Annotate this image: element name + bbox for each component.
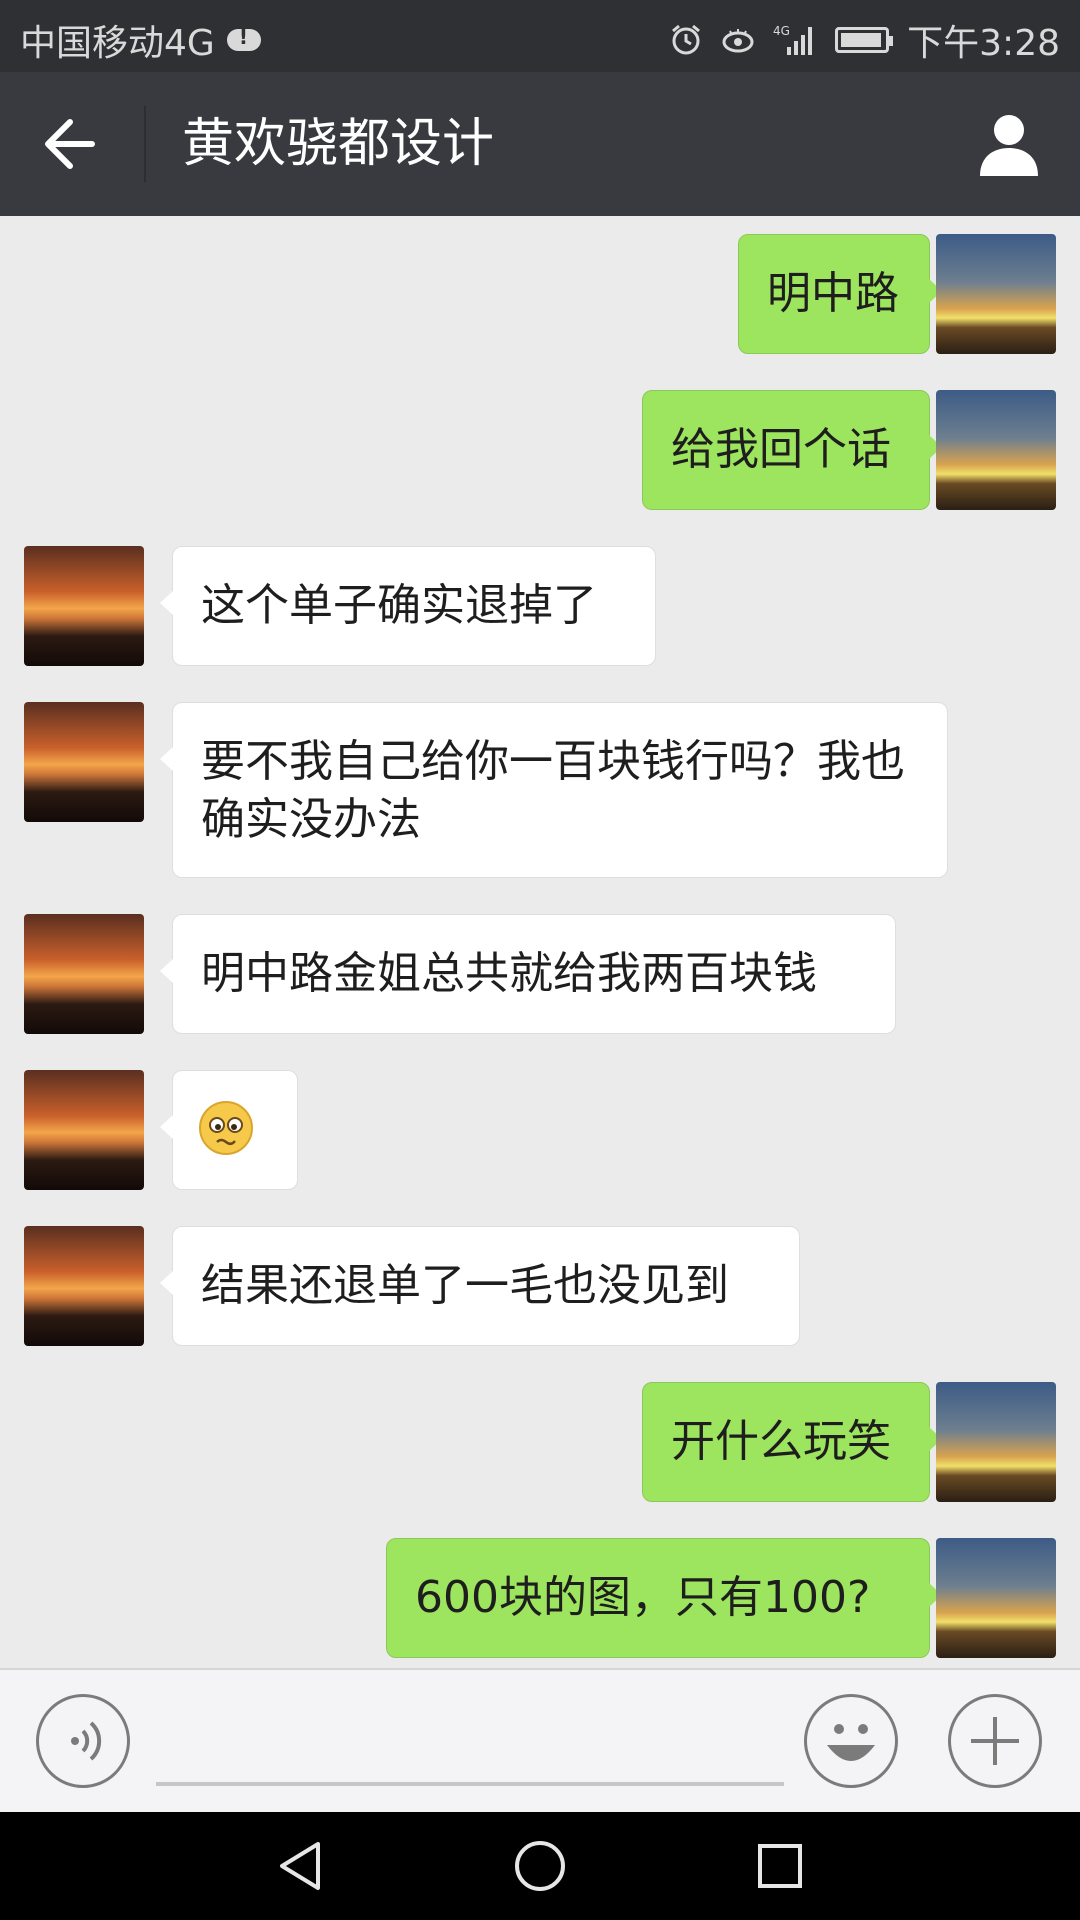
status-right: 4G 下午3:28 — [669, 14, 1060, 66]
message-list[interactable]: 明中路 给我回个话 这个单子确实退掉了 要不我自己给你一百块钱行吗？我也确实没办… — [0, 216, 1080, 1668]
person-icon[interactable] — [974, 110, 1044, 180]
voice-button[interactable] — [36, 1694, 130, 1788]
message-text: 给我回个话 — [671, 424, 891, 475]
network-type-label: 4G — [773, 24, 790, 38]
message-bubble-theirs[interactable]: 这个单子确实退掉了 — [160, 546, 656, 666]
message-bubble-theirs[interactable]: 要不我自己给你一百块钱行吗？我也确实没办法 — [160, 702, 948, 878]
my-avatar[interactable] — [936, 1382, 1056, 1502]
message-text: 开什么玩笑 — [671, 1416, 891, 1467]
clock-time: 下午3:28 — [907, 23, 1060, 64]
input-bar — [0, 1668, 1080, 1812]
contact-avatar[interactable] — [24, 1070, 144, 1190]
contact-avatar[interactable] — [24, 546, 144, 666]
message-bubble-mine[interactable]: 明中路 — [738, 234, 942, 354]
signal-icon: 4G — [773, 24, 813, 55]
contact-avatar[interactable] — [24, 914, 144, 1034]
header-divider — [144, 106, 146, 182]
cloud-alert-icon — [226, 25, 261, 51]
message-text: 要不我自己给你一百块钱行吗？我也确实没办法 — [201, 736, 905, 845]
chat-title: 黄欢骁都设计 — [182, 114, 495, 174]
message-bubble-mine[interactable]: 给我回个话 — [642, 390, 942, 510]
recents-square-icon[interactable] — [750, 1836, 810, 1896]
message-bubble-mine[interactable]: 开什么玩笑 — [642, 1382, 942, 1502]
plus-icon — [971, 1717, 1019, 1765]
contact-avatar[interactable] — [24, 702, 144, 822]
message-input[interactable] — [156, 1782, 784, 1786]
message-text: 这个单子确实退掉了 — [201, 580, 597, 631]
system-nav-bar — [0, 1812, 1080, 1920]
status-bar: 中国移动4G 4G 下午3:28 — [0, 0, 1080, 72]
back-triangle-icon[interactable] — [270, 1836, 330, 1896]
carrier-label: 中国移动4G — [20, 23, 215, 64]
emoji-icon — [827, 1724, 875, 1761]
my-avatar[interactable] — [936, 1538, 1056, 1658]
alarm-icon — [672, 24, 701, 55]
plus-button[interactable] — [948, 1694, 1042, 1788]
message-bubble-theirs[interactable] — [160, 1070, 298, 1190]
message-text: 明中路 — [767, 268, 899, 319]
message-bubble-theirs[interactable]: 结果还退单了一毛也没见到 — [160, 1226, 800, 1346]
message-bubble-theirs[interactable]: 明中路金姐总共就给我两百块钱 — [160, 914, 896, 1034]
status-left: 中国移动4G — [20, 14, 261, 66]
home-circle-icon[interactable] — [510, 1836, 570, 1896]
emoji-button[interactable] — [804, 1694, 898, 1788]
message-text: 600块的图，只有100? — [415, 1572, 871, 1623]
voice-icon — [71, 1721, 102, 1761]
back-arrow-icon[interactable] — [36, 110, 108, 178]
message-text: 明中路金姐总共就给我两百块钱 — [201, 948, 817, 999]
message-text: 结果还退单了一毛也没见到 — [201, 1260, 729, 1311]
my-avatar[interactable] — [936, 390, 1056, 510]
chat-header: 黄欢骁都设计 — [0, 72, 1080, 216]
my-avatar[interactable] — [936, 234, 1056, 354]
contact-avatar[interactable] — [24, 1226, 144, 1346]
message-bubble-mine[interactable]: 600块的图，只有100? — [386, 1538, 942, 1658]
eye-icon — [722, 29, 754, 53]
worried-face-emoji-icon — [199, 1101, 253, 1155]
battery-icon — [835, 27, 894, 53]
